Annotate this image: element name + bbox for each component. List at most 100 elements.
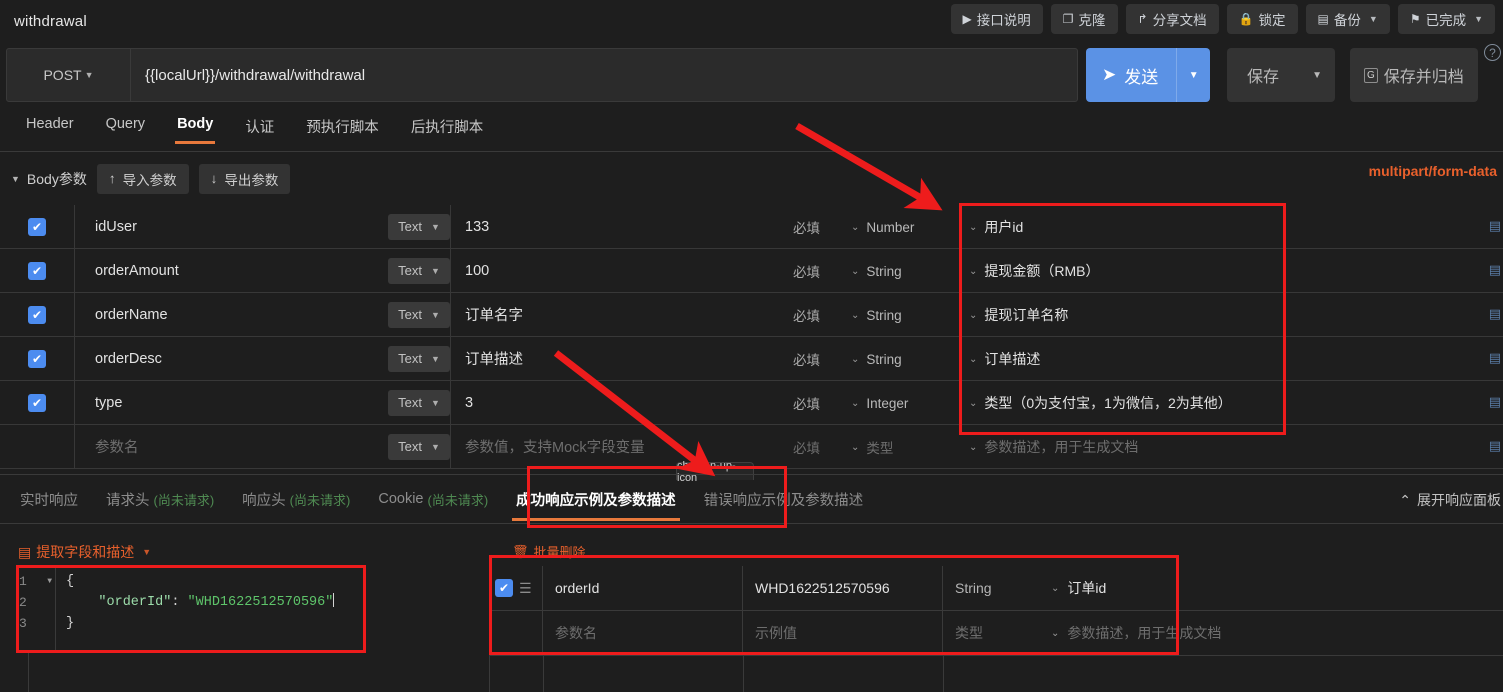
resp-param-description-input[interactable]: 订单id [1067, 578, 1106, 598]
param-description-input[interactable]: 类型（0为支付宝，1为微信，2为其他） [984, 393, 1231, 413]
resp-param-description-cell[interactable]: ⌄ 参数描述，用于生成文档 [1051, 611, 1503, 655]
param-name-input[interactable]: idUser [95, 219, 137, 235]
toolbar-button-4[interactable]: 🔒 锁定 [1226, 4, 1298, 34]
param-row-action-icon[interactable]: ▤ [1489, 394, 1501, 410]
param-description-input[interactable]: 提现订单名称 [984, 305, 1068, 325]
param-description-cell[interactable]: ⌄ 类型（0为支付宝，1为微信，2为其他） [969, 381, 1503, 425]
param-datatype-select[interactable]: ⌄ 类型 [851, 425, 969, 469]
resp-param-name-cell[interactable]: 参数名 [543, 611, 743, 655]
save-dropdown-button[interactable]: ▼ [1299, 48, 1335, 102]
param-row-action-icon[interactable]: ▤ [1489, 306, 1501, 322]
response-tab-6[interactable]: 错误响应示例及参数描述 [690, 475, 878, 523]
param-value-input[interactable]: 100 [465, 263, 489, 279]
param-datatype-select[interactable]: ⌄ String [851, 293, 969, 337]
param-value-input[interactable]: 133 [465, 219, 489, 235]
param-datatype-select[interactable]: ⌄ Integer [851, 381, 969, 425]
param-description-cell[interactable]: ⌄ 参数描述，用于生成文档 [969, 425, 1503, 469]
param-name-input[interactable]: 参数名 [95, 436, 139, 457]
param-name-input[interactable]: orderName [95, 307, 168, 323]
resp-param-description-cell[interactable]: ⌄ 订单id [1051, 566, 1503, 610]
param-enabled-checkbox[interactable] [28, 217, 46, 236]
tab-认证[interactable]: 认证 [229, 108, 290, 149]
param-datatype-select[interactable]: ⌄ String [851, 337, 969, 381]
send-button[interactable]: ➤ 发送 [1086, 48, 1176, 102]
param-row-action-icon[interactable]: ▤ [1489, 350, 1501, 366]
tab-后执行脚本[interactable]: 后执行脚本 [395, 108, 500, 149]
send-dropdown-button[interactable]: ▼ [1176, 48, 1210, 102]
param-description-input[interactable]: 参数描述，用于生成文档 [984, 437, 1138, 457]
toolbar-button-6[interactable]: ⚑ 已完成 ▼ [1397, 4, 1495, 34]
url-input[interactable]: {{localUrl}}/withdrawal/withdrawal [131, 49, 1077, 101]
resp-param-value-cell[interactable]: 示例值 [743, 611, 943, 655]
param-value-input[interactable]: 订单描述 [465, 348, 523, 369]
body-params-toggle[interactable]: ▼ Body参数 [8, 169, 87, 189]
response-tab-2[interactable]: 请求头 (尚未请求) [92, 475, 228, 523]
toolbar-button-1[interactable]: ▶ 接口说明 [950, 4, 1043, 34]
json-editor[interactable]: 1 ▼ 2 3 { "orderId": "WHD1622512570596"} [16, 568, 364, 650]
code-fold-icon[interactable]: ▼ [47, 571, 52, 592]
param-row-action-icon[interactable]: ▤ [1489, 438, 1501, 454]
param-value-type-select[interactable]: Text ▼ [388, 213, 450, 240]
param-row-action-icon[interactable]: ▤ [1489, 218, 1501, 234]
param-description-cell[interactable]: ⌄ 订单描述 [969, 337, 1503, 381]
param-description-cell[interactable]: ⌄ 提现订单名称 [969, 293, 1503, 337]
param-required-select[interactable]: 必填 [793, 293, 851, 337]
response-tab-4[interactable]: Cookie (尚未请求) [364, 475, 502, 523]
toolbar-button-5[interactable]: ▤ 备份 ▼ [1305, 4, 1390, 34]
save-and-archive-button[interactable]: G 保存并归档 [1350, 48, 1478, 102]
param-value-input[interactable]: 参数值，支持Mock字段变量 [465, 436, 645, 457]
param-enabled-checkbox[interactable] [28, 261, 46, 280]
param-enabled-checkbox[interactable] [28, 438, 46, 456]
response-tab-1[interactable]: 实时响应 [6, 475, 92, 523]
param-name-cell[interactable]: orderAmount [75, 249, 370, 292]
param-name-cell[interactable]: orderDesc [75, 337, 370, 380]
param-name-cell[interactable]: orderName [75, 293, 370, 336]
param-description-input[interactable]: 用户id [984, 217, 1023, 237]
param-enabled-checkbox[interactable] [28, 305, 46, 324]
param-value-type-select[interactable]: Text ▼ [388, 389, 450, 416]
toolbar-button-2[interactable]: ❐ 克隆 [1050, 4, 1118, 34]
param-datatype-select[interactable]: ⌄ Number [851, 205, 969, 249]
resp-param-name-cell[interactable]: orderId [543, 566, 743, 610]
resp-param-name-input[interactable]: 参数名 [555, 623, 597, 643]
expand-response-panel-button[interactable]: ⌃ 展开响应面板 [1399, 490, 1501, 510]
param-value-input[interactable]: 3 [465, 395, 473, 411]
param-datatype-select[interactable]: ⌄ String [851, 249, 969, 293]
extract-fields-toggle[interactable]: ▤ 提取字段和描述 ▼ [18, 542, 151, 562]
param-required-select[interactable]: 必填 [793, 337, 851, 381]
param-description-input[interactable]: 订单描述 [984, 349, 1040, 369]
param-required-select[interactable]: 必填 [793, 249, 851, 293]
param-name-cell[interactable]: 参数名 [75, 425, 370, 468]
param-value-input[interactable]: 订单名字 [465, 304, 523, 325]
param-row-action-icon[interactable]: ▤ [1489, 262, 1501, 278]
param-enabled-checkbox[interactable] [28, 393, 46, 412]
resp-enabled-checkbox[interactable] [495, 579, 513, 597]
resp-param-value-input[interactable]: 示例值 [755, 623, 797, 643]
param-value-type-select[interactable]: Text ▼ [388, 433, 450, 460]
save-button[interactable]: 保存 [1227, 48, 1299, 102]
bulk-delete-button[interactable]: 🗑 批量删除 [512, 542, 586, 561]
help-icon[interactable]: ? [1484, 44, 1501, 61]
param-required-select[interactable]: 必填 [793, 205, 851, 249]
param-description-cell[interactable]: ⌄ 用户id [969, 205, 1503, 249]
param-value-type-select[interactable]: Text ▼ [388, 257, 450, 284]
param-value-type-select[interactable]: Text ▼ [388, 345, 450, 372]
resp-param-name-input[interactable]: orderId [555, 580, 599, 596]
response-tab-5[interactable]: 成功响应示例及参数描述 [502, 475, 690, 523]
tab-预执行脚本[interactable]: 预执行脚本 [290, 108, 395, 149]
resp-param-value-cell[interactable]: WHD1622512570596 [743, 566, 943, 610]
tab-query[interactable]: Query [90, 108, 162, 144]
resp-param-datatype-select[interactable]: String [943, 566, 1051, 610]
response-tab-3[interactable]: 响应头 (尚未请求) [228, 475, 364, 523]
tab-body[interactable]: Body [161, 108, 229, 144]
param-name-cell[interactable]: idUser [75, 205, 370, 248]
param-description-input[interactable]: 提现金额（RMB） [984, 261, 1099, 281]
resp-param-datatype-select[interactable]: 类型 [943, 611, 1051, 655]
resp-param-value-input[interactable]: WHD1622512570596 [755, 580, 890, 596]
param-name-input[interactable]: orderDesc [95, 351, 162, 367]
tab-header[interactable]: Header [10, 108, 90, 144]
import-params-button[interactable]: ↑ 导入参数 [96, 163, 189, 194]
param-value-type-select[interactable]: Text ▼ [388, 301, 450, 328]
param-name-input[interactable]: type [95, 395, 122, 411]
param-name-input[interactable]: orderAmount [95, 263, 179, 279]
